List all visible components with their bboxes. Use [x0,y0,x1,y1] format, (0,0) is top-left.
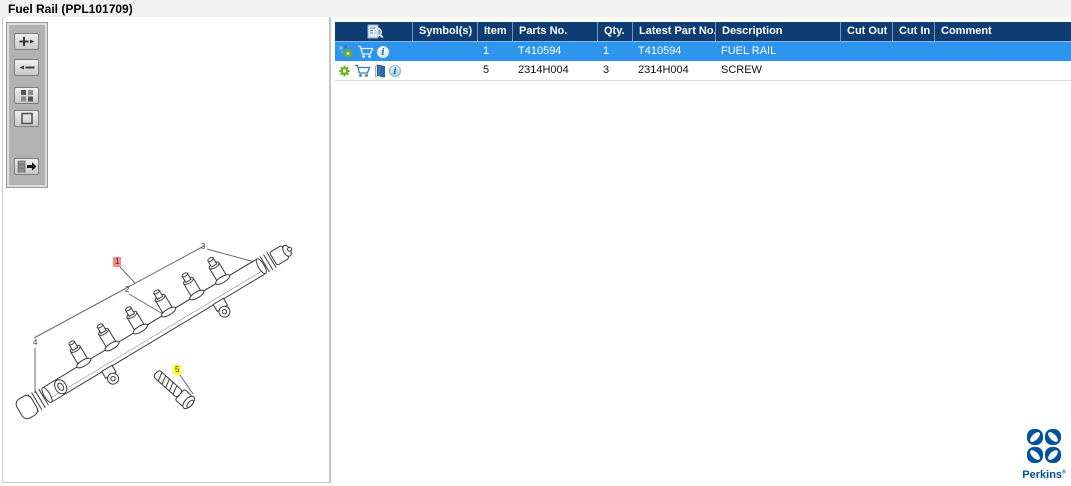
perkins-wordmark: Perkins® [1022,469,1066,481]
cell-qty: 1 [603,45,610,57]
tiles-icon [20,90,33,102]
info-icon[interactable]: i [389,64,401,77]
cell-cut-out [840,42,892,61]
header-icon-cell[interactable] [335,22,412,41]
callout-2[interactable]: 2 [123,285,131,295]
table-row-screw[interactable]: i 5 2314H004 3 2314H004 SCREW [335,61,1071,81]
col-header-latest-part-no[interactable]: Latest Part No. [632,22,715,41]
parts-table-header: Symbol(s) Item Parts No. Qty. Latest Par… [335,22,1071,41]
perkins-logo-icon [1027,429,1061,463]
col-header-cut-in[interactable]: Cut In [892,22,934,41]
gear-sparkle-icon[interactable] [338,44,354,59]
cell-comment [934,42,1071,61]
cell-description: FUEL RAIL [721,45,777,57]
zoom-out-minus-icon [19,65,34,70]
cell-item: 5 [483,64,490,76]
row-actions: i [335,42,412,61]
callout-1[interactable]: 1 [113,257,122,267]
cell-parts-no: 2314H004 [518,64,569,76]
cell-description: SCREW [721,64,762,76]
diagram-panel: 1 2 3 4 5 [2,17,331,483]
registered-mark: ® [1062,469,1066,476]
zoom-in-plus-icon [19,37,34,46]
col-header-item[interactable]: Item [477,22,512,41]
cell-symbols [412,61,477,80]
gear-icon[interactable] [338,64,351,78]
marquee-zoom-button[interactable] [14,110,39,127]
cell-comment [934,61,1071,80]
callout-4[interactable]: 4 [31,338,39,348]
col-header-parts-no[interactable]: Parts No. [512,22,597,41]
page-title: Fuel Rail (PPL101709) [8,2,133,16]
callout-3[interactable]: 3 [199,242,207,252]
col-header-comment[interactable]: Comment [934,22,1071,41]
cell-cut-in [892,61,934,80]
parts-catalog-window: Fuel Rail (PPL101709) 1 2 3 4 5 Symbol(s… [0,0,1071,486]
cell-latest-part-no: 2314H004 [638,64,689,76]
list-arrow-icon [17,160,36,173]
table-row-fuel-rail[interactable]: i 1 T410594 1 T410594 FUEL RAIL [335,41,1071,61]
row-actions: i [335,61,412,80]
zoom-in-button[interactable] [14,33,39,50]
fuel-rail-diagram [15,244,293,420]
info-icon[interactable]: i [377,45,389,58]
cell-symbols [412,42,477,61]
document-search-icon [367,24,384,38]
perkins-branding: Perkins® [1020,429,1068,481]
col-header-description[interactable]: Description [715,22,840,41]
title-bar: Fuel Rail (PPL101709) [0,0,1071,17]
callout-5[interactable]: 5 [173,365,182,375]
tile-view-button[interactable] [14,87,39,104]
cell-qty: 3 [603,64,610,76]
cell-cut-in [892,42,934,61]
book-icon[interactable] [374,63,386,78]
cart-icon[interactable] [354,64,371,78]
square-outline-icon [20,112,33,125]
col-header-cut-out[interactable]: Cut Out [840,22,892,41]
cell-item: 1 [483,45,490,57]
cell-parts-no: T410594 [518,45,562,57]
col-header-symbols[interactable]: Symbol(s) [412,22,477,41]
diagram-toolbar [7,23,47,187]
cell-cut-out [840,61,892,80]
col-header-qty[interactable]: Qty. [597,22,632,41]
toggle-parts-list-button[interactable] [14,158,39,175]
zoom-out-button[interactable] [14,59,39,76]
parts-table: Symbol(s) Item Parts No. Qty. Latest Par… [335,22,1071,81]
cart-icon[interactable] [357,45,374,59]
cell-latest-part-no: T410594 [638,45,682,57]
